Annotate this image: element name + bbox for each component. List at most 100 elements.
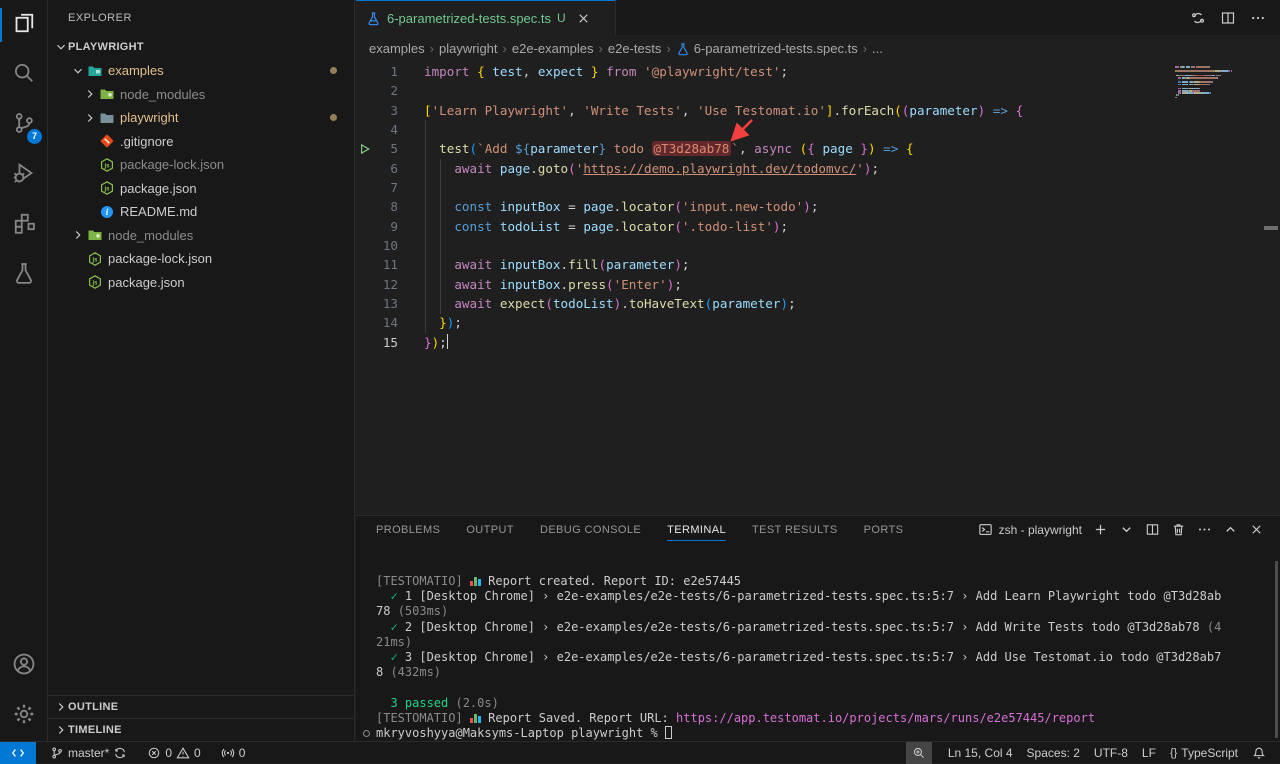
problems-status[interactable]: 0 0 bbox=[141, 742, 206, 764]
tree-item-package-lock-json[interactable]: jspackage-lock.json bbox=[48, 247, 354, 271]
remote-indicator[interactable] bbox=[0, 742, 36, 764]
code-line-3[interactable]: 3['Learn Playwright', 'Write Tests', 'Us… bbox=[356, 101, 1280, 120]
branch-status[interactable]: master* bbox=[44, 742, 133, 764]
split-editor-icon[interactable] bbox=[1220, 10, 1236, 26]
panel-tab-problems[interactable]: PROBLEMS bbox=[376, 519, 440, 540]
minimap[interactable] bbox=[1175, 66, 1260, 99]
new-terminal-icon[interactable] bbox=[1093, 522, 1108, 537]
code-line-2[interactable]: 2 bbox=[356, 81, 1280, 100]
line-number: 11 bbox=[374, 255, 398, 274]
section-outline[interactable]: OUTLINE bbox=[48, 695, 354, 718]
panel-tab-terminal[interactable]: TERMINAL bbox=[667, 519, 726, 541]
kill-terminal-icon[interactable] bbox=[1171, 522, 1186, 537]
notifications-bell-icon[interactable] bbox=[1246, 742, 1272, 764]
sync-changes-icon[interactable] bbox=[1190, 10, 1206, 26]
gutter-spacer bbox=[356, 333, 374, 352]
run-test-icon[interactable] bbox=[356, 139, 374, 158]
sync-icon bbox=[113, 746, 127, 760]
panel-tab-ports[interactable]: PORTS bbox=[864, 519, 904, 540]
terminal-output[interactable]: [TESTOMATIO] Report created. Report ID: … bbox=[356, 543, 1280, 741]
section-timeline[interactable]: TIMELINE bbox=[48, 718, 354, 741]
gutter-spacer bbox=[356, 62, 374, 81]
code-line-11[interactable]: 11 await inputBox.fill(parameter); bbox=[356, 255, 1280, 274]
code-line-5[interactable]: 5 test(`Add ${parameter} todo @T3d28ab78… bbox=[356, 139, 1280, 158]
cursor-position-status[interactable]: Ln 15, Col 4 bbox=[942, 742, 1019, 764]
code-editor[interactable]: 1import { test, expect } from '@playwrig… bbox=[356, 62, 1280, 515]
chevron-spacer bbox=[82, 133, 98, 149]
breadcrumb-item[interactable]: e2e-examples bbox=[512, 41, 594, 56]
close-panel-icon[interactable] bbox=[1249, 522, 1264, 537]
source-control-icon[interactable]: 7 bbox=[0, 100, 48, 150]
code-line-10[interactable]: 10 bbox=[356, 236, 1280, 255]
chevron-down-icon bbox=[54, 40, 68, 54]
svg-text:js: js bbox=[91, 281, 98, 287]
tree-item-package-json[interactable]: jspackage.json bbox=[48, 271, 354, 295]
terminal-line: 3 passed (2.0s) bbox=[376, 696, 1280, 711]
tree-item-examples[interactable]: examples bbox=[48, 59, 354, 83]
code-line-13[interactable]: 13 await expect(todoList).toHaveText(par… bbox=[356, 294, 1280, 313]
section-playwright[interactable]: PLAYWRIGHT bbox=[48, 35, 354, 59]
folder-node-icon bbox=[86, 227, 103, 243]
panel-tab-debug-console[interactable]: DEBUG CONSOLE bbox=[540, 519, 641, 540]
code-line-9[interactable]: 9 const todoList = page.locator('.todo-l… bbox=[356, 217, 1280, 236]
tree-item-label: examples bbox=[108, 63, 164, 78]
gutter-spacer bbox=[356, 178, 374, 197]
tab-spec-file[interactable]: 6-parametrized-tests.spec.ts U bbox=[356, 0, 616, 35]
zoom-indicator[interactable] bbox=[906, 742, 932, 764]
account-icon[interactable] bbox=[0, 641, 48, 691]
settings-gear-icon[interactable] bbox=[0, 691, 48, 741]
testomatio-chart-icon bbox=[470, 713, 481, 723]
indentation-status[interactable]: Spaces: 2 bbox=[1021, 742, 1086, 764]
terminal-line: [TESTOMATIO] Report Saved. Report URL: h… bbox=[376, 711, 1280, 726]
ports-status[interactable]: 0 bbox=[215, 742, 252, 764]
extensions-icon[interactable] bbox=[0, 200, 48, 250]
explorer-icon[interactable] bbox=[0, 0, 48, 50]
code-line-12[interactable]: 12 await inputBox.press('Enter'); bbox=[356, 275, 1280, 294]
terminal-scrollbar[interactable] bbox=[1275, 561, 1278, 738]
code-text: }); bbox=[424, 333, 448, 352]
breadcrumb-item[interactable]: examples bbox=[369, 41, 425, 56]
more-actions-icon[interactable] bbox=[1250, 10, 1266, 26]
indent-guide bbox=[440, 159, 441, 314]
code-line-8[interactable]: 8 const inputBox = page.locator('input.n… bbox=[356, 197, 1280, 216]
code-line-4[interactable]: 4 bbox=[356, 120, 1280, 139]
tree-item-node-modules[interactable]: node_modules bbox=[48, 224, 354, 248]
search-icon[interactable] bbox=[0, 50, 48, 100]
gutter-spacer bbox=[356, 101, 374, 120]
code-line-15[interactable]: 15}); bbox=[356, 333, 1280, 352]
code-line-1[interactable]: 1import { test, expect } from '@playwrig… bbox=[356, 62, 1280, 81]
run-debug-icon[interactable] bbox=[0, 150, 48, 200]
panel-tab-output[interactable]: OUTPUT bbox=[466, 519, 514, 540]
language-status[interactable]: {} TypeScript bbox=[1164, 742, 1244, 764]
npm-icon: js bbox=[86, 251, 103, 267]
code-line-7[interactable]: 7 bbox=[356, 178, 1280, 197]
breadcrumb-item[interactable]: 6-parametrized-tests.spec.ts bbox=[676, 41, 858, 56]
tree-item-node-modules[interactable]: node_modules bbox=[48, 83, 354, 107]
encoding-status[interactable]: UTF-8 bbox=[1088, 742, 1134, 764]
chevron-spacer bbox=[70, 251, 86, 267]
split-terminal-icon[interactable] bbox=[1145, 522, 1160, 537]
panel-more-icon[interactable] bbox=[1197, 522, 1212, 537]
terminal-instance[interactable]: zsh - playwright bbox=[978, 522, 1082, 537]
tree-item-readme-md[interactable]: iREADME.md bbox=[48, 200, 354, 224]
tree-item-playwright[interactable]: playwright bbox=[48, 106, 354, 130]
breadcrumb-item[interactable]: e2e-tests bbox=[608, 41, 661, 56]
tree-item-package-lock-json[interactable]: jspackage-lock.json bbox=[48, 153, 354, 177]
breadcrumb-item[interactable]: playwright bbox=[439, 41, 498, 56]
tree-item--gitignore[interactable]: .gitignore bbox=[48, 130, 354, 154]
code-line-6[interactable]: 6 await page.goto('https://demo.playwrig… bbox=[356, 159, 1280, 178]
tree-item-label: node_modules bbox=[120, 87, 205, 102]
close-icon[interactable] bbox=[576, 11, 591, 26]
npm-icon: js bbox=[98, 157, 115, 173]
code-line-14[interactable]: 14 }); bbox=[356, 313, 1280, 332]
tree-item-label: package.json bbox=[120, 181, 197, 196]
modified-dot-badge bbox=[330, 67, 337, 74]
testing-icon[interactable] bbox=[0, 250, 48, 300]
panel-tab-test-results[interactable]: TEST RESULTS bbox=[752, 519, 838, 540]
breadcrumb-item[interactable]: ... bbox=[872, 41, 883, 56]
terminal-dropdown-icon[interactable] bbox=[1119, 522, 1134, 537]
chevron-right-icon bbox=[70, 227, 86, 243]
tree-item-package-json[interactable]: jspackage.json bbox=[48, 177, 354, 201]
maximize-panel-icon[interactable] bbox=[1223, 522, 1238, 537]
eol-status[interactable]: LF bbox=[1136, 742, 1162, 764]
